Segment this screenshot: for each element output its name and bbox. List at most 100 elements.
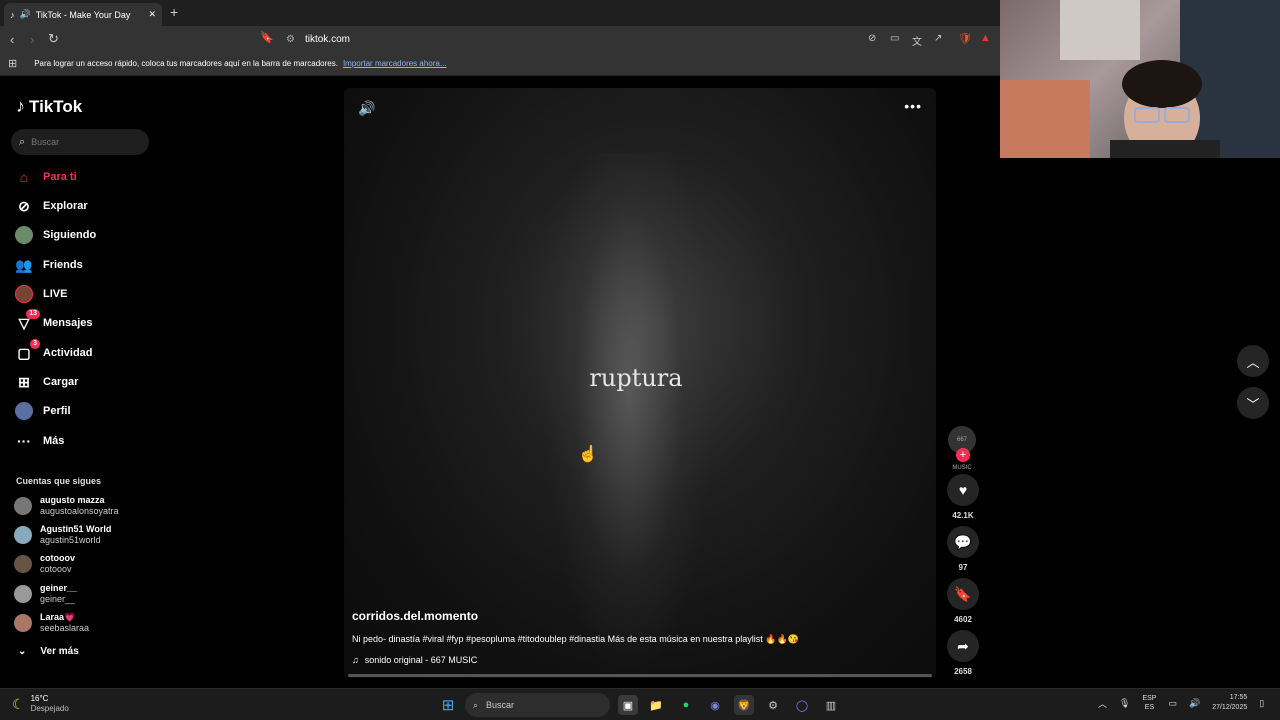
nav-para-ti[interactable]: ⌂ Para ti: [14, 166, 164, 188]
file-explorer-icon[interactable]: 📁: [646, 695, 666, 715]
tiktok-favicon-icon: ♪: [10, 9, 15, 20]
no-tracking-icon[interactable]: ⊘: [868, 33, 876, 44]
brave-browser-icon[interactable]: 🦁: [734, 695, 754, 715]
tab-title: TikTok - Make Your Day: [35, 9, 131, 20]
language-top: ESP: [1142, 695, 1157, 702]
webcam-overlay: [1000, 0, 1280, 158]
spotify-icon[interactable]: ●: [676, 695, 696, 715]
nav-mensajes[interactable]: ▽ 13 Mensajes: [14, 309, 164, 334]
weather-condition: Despejado: [30, 704, 69, 713]
video-progress-bar[interactable]: [348, 674, 932, 677]
share-button[interactable]: ➦: [947, 630, 979, 662]
hand-cursor-icon: ☝: [578, 446, 598, 463]
comment-icon: 💬: [954, 533, 972, 550]
messages-badge: 13: [26, 309, 40, 319]
language-indicator[interactable]: ESP ES: [1142, 694, 1156, 712]
bookmark-icon[interactable]: 🔖: [260, 31, 274, 44]
following-name: cotooov: [40, 553, 75, 563]
following-item[interactable]: geiner__ geiner__: [14, 581, 164, 607]
brave-rewards-icon[interactable]: ▲: [980, 32, 991, 44]
nav-actividad[interactable]: ▢ 3 Actividad: [14, 339, 164, 364]
following-section-title: Cuentas que sigues: [16, 476, 102, 486]
tray-chevron-icon[interactable]: ︿: [1098, 697, 1107, 710]
notifications-icon[interactable]: ▯: [1259, 698, 1264, 709]
search-icon: ⌕: [473, 699, 479, 710]
site-info-icon[interactable]: ⚙: [286, 34, 295, 45]
discord-icon[interactable]: ◉: [705, 695, 725, 715]
bookmarks-bar: ⊞ Para lograr un acceso rápido, coloca t…: [0, 52, 1000, 76]
microphone-icon[interactable]: 🎙: [1119, 698, 1130, 709]
task-view-icon[interactable]: ▣: [618, 695, 638, 715]
video-author[interactable]: corridos.del.momento: [352, 609, 478, 623]
follow-plus-icon[interactable]: +: [956, 448, 970, 462]
like-button[interactable]: ♥: [947, 474, 979, 506]
music-label: sonido original - 667 MUSIC: [364, 655, 478, 665]
following-item[interactable]: cotooov cotooov: [14, 551, 164, 577]
new-tab-button[interactable]: +: [170, 4, 178, 20]
url-field[interactable]: ⚙ tiktok.com: [278, 29, 838, 49]
nav-label: Para ti: [43, 171, 77, 183]
heart-icon: ♥: [958, 482, 968, 498]
windows-start-icon[interactable]: ⊞: [438, 695, 458, 715]
nav-friends[interactable]: 👥 Friends: [14, 254, 164, 276]
search-input[interactable]: ⌕ Buscar: [11, 129, 149, 155]
language-bottom: ES: [1144, 704, 1155, 711]
volume-icon[interactable]: 🔊: [358, 100, 375, 117]
previous-video-button[interactable]: ︿: [1237, 345, 1269, 377]
apps-grid-icon[interactable]: ⊞: [8, 57, 17, 70]
browser-tab[interactable]: ♪ 🔊 TikTok - Make Your Day ✕: [4, 3, 162, 26]
nav-siguiendo[interactable]: Siguiendo: [14, 224, 164, 246]
comment-button[interactable]: 💬: [947, 526, 979, 558]
following-handle: augustoalonsoyatra: [40, 506, 119, 516]
forward-icon[interactable]: ›: [30, 32, 34, 47]
nav-mas[interactable]: ··· Más: [14, 430, 164, 452]
network-icon[interactable]: ▭: [1168, 698, 1177, 709]
brave-shield-icon[interactable]: 🛡: [958, 32, 972, 45]
nav-label: Cargar: [43, 376, 79, 388]
compass-icon: ⊘: [18, 197, 30, 214]
following-item[interactable]: Laraa💗 seebaslaraa: [14, 610, 164, 636]
app-circle-icon[interactable]: ◯: [792, 695, 812, 715]
save-button[interactable]: 🔖: [947, 578, 979, 610]
video-music[interactable]: ♫ sonido original - 667 MUSIC: [352, 655, 477, 665]
nav-explorar[interactable]: ⊘ Explorar: [14, 195, 164, 217]
nav-label: Mensajes: [43, 317, 93, 329]
comment-count: 97: [958, 563, 968, 572]
reload-icon[interactable]: ↻: [48, 31, 59, 47]
weather-temp: 16°C: [30, 694, 49, 703]
next-video-button[interactable]: ﹀: [1237, 387, 1269, 419]
audio-app-icon[interactable]: ▥: [821, 695, 841, 715]
speaker-icon[interactable]: 🔊: [1189, 698, 1200, 709]
avatar: [14, 526, 32, 544]
video-player[interactable]: ruptura 🔊 ••• corridos.del.momento Ni pe…: [344, 88, 936, 678]
steam-icon[interactable]: ⚙: [763, 695, 783, 715]
taskbar-search[interactable]: ⌕ Buscar: [465, 693, 610, 717]
nav-label: Actividad: [43, 347, 93, 359]
nav-cargar[interactable]: ⊞ Cargar: [14, 371, 164, 393]
translate-icon[interactable]: 文: [912, 33, 922, 48]
bookmark-icon: 🔖: [954, 585, 972, 602]
tiktok-logo[interactable]: ♪ TikTok: [16, 96, 82, 117]
following-avatar-icon: [14, 225, 34, 245]
avatar: [14, 585, 32, 603]
share-icon[interactable]: ↗: [934, 33, 942, 44]
close-tab-icon[interactable]: ✕: [148, 9, 156, 20]
music-note-icon: ♫: [352, 655, 359, 665]
nav-label: Más: [43, 435, 65, 447]
profile-avatar-icon: [14, 401, 34, 421]
save-count: 4602: [954, 615, 972, 624]
following-handle: agustin51world: [40, 535, 101, 545]
import-bookmarks-link[interactable]: Importar marcadores ahora...: [343, 59, 447, 68]
nav-live[interactable]: LIVE: [14, 283, 164, 305]
see-more-button[interactable]: ⌄ Ver más: [18, 646, 79, 657]
following-item[interactable]: augusto mazza augustoalonsoyatra: [14, 493, 164, 519]
following-item[interactable]: Agustin51 World agustin51world: [14, 522, 164, 548]
clock[interactable]: 17:55 27/12/2025: [1212, 693, 1247, 713]
more-options-icon[interactable]: •••: [904, 98, 922, 114]
nav-perfil[interactable]: Perfil: [14, 400, 164, 422]
cast-icon[interactable]: ▭: [890, 33, 899, 44]
weather-widget[interactable]: ☾ 16°C Despejado: [12, 694, 69, 714]
following-name: Agustin51 World: [40, 524, 112, 534]
back-icon[interactable]: ‹: [10, 32, 14, 47]
home-icon: ⌂: [19, 169, 29, 185]
